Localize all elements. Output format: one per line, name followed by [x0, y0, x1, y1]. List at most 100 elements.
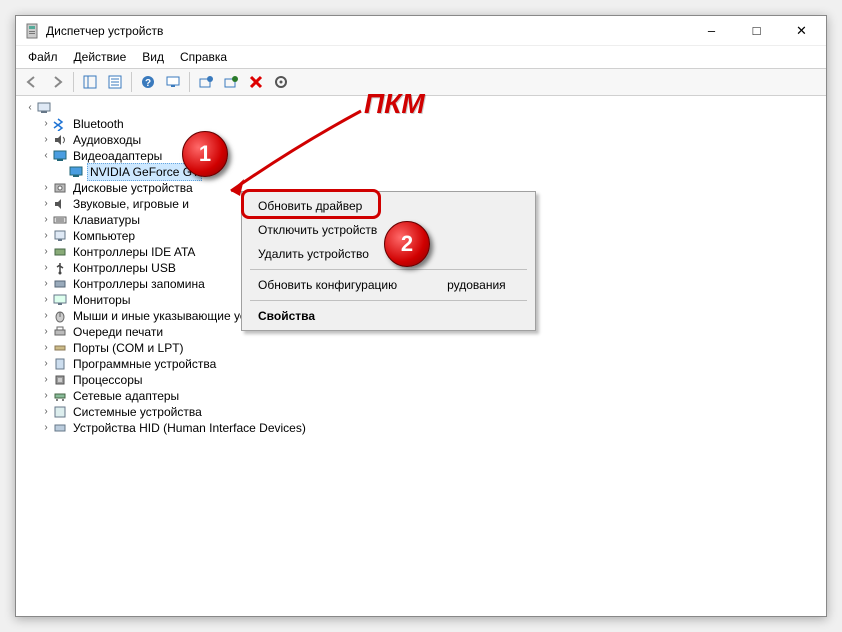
- menu-help[interactable]: Справка: [172, 48, 235, 66]
- keyboard-icon: [52, 212, 68, 228]
- expander-icon[interactable]: ›: [40, 324, 52, 340]
- close-button[interactable]: ✕: [779, 17, 824, 45]
- ctx-scan-hardware[interactable]: Обновить конфигурацию рудования: [244, 273, 533, 297]
- badge-number: 1: [199, 141, 211, 167]
- properties-button[interactable]: [103, 71, 127, 93]
- disable-device-button[interactable]: [244, 71, 268, 93]
- tree-item-network[interactable]: › Сетевые адаптеры: [24, 388, 822, 404]
- tree-item-ports[interactable]: › Порты (COM и LPT): [24, 340, 822, 356]
- monitor-icon: [52, 292, 68, 308]
- port-icon: [52, 340, 68, 356]
- tree-label: Bluetooth: [71, 116, 126, 132]
- window-title: Диспетчер устройств: [46, 24, 689, 38]
- menu-view[interactable]: Вид: [134, 48, 172, 66]
- show-hide-tree-button[interactable]: [78, 71, 102, 93]
- menu-file[interactable]: Файл: [20, 48, 66, 66]
- tree-label: Звуковые, игровые и: [71, 196, 191, 212]
- sound-icon: [52, 196, 68, 212]
- ctx-scan-label: Обновить конфигурацию: [258, 278, 397, 292]
- app-icon: [24, 23, 40, 39]
- update-driver-button[interactable]: [194, 71, 218, 93]
- ctx-separator: [250, 300, 527, 301]
- software-icon: [52, 356, 68, 372]
- expander-icon[interactable]: ›: [40, 180, 52, 196]
- expander-icon[interactable]: ›: [40, 228, 52, 244]
- device-manager-window: Диспетчер устройств – □ ✕ Файл Действие …: [15, 15, 827, 617]
- tree-label: Контроллеры IDE ATA: [71, 244, 197, 260]
- expander-icon[interactable]: ›: [40, 212, 52, 228]
- toolbar-separator: [131, 72, 132, 92]
- computer-icon: [36, 100, 52, 116]
- tree-label: Видеоадаптеры: [71, 148, 164, 164]
- display-adapter-icon: [68, 164, 84, 180]
- menu-action[interactable]: Действие: [66, 48, 135, 66]
- help-button[interactable]: ?: [136, 71, 160, 93]
- tree-item-software[interactable]: › Программные устройства: [24, 356, 822, 372]
- expander-icon[interactable]: ›: [40, 420, 52, 436]
- tree-label: Устройства HID (Human Interface Devices): [71, 420, 308, 436]
- expander-icon[interactable]: ‹: [24, 100, 36, 116]
- tree-label: Клавиатуры: [71, 212, 142, 228]
- toolbar-separator: [73, 72, 74, 92]
- hid-icon: [52, 420, 68, 436]
- uninstall-device-button[interactable]: [219, 71, 243, 93]
- expander-icon[interactable]: ›: [40, 260, 52, 276]
- computer-icon: [52, 228, 68, 244]
- toolbar-separator: [189, 72, 190, 92]
- display-adapter-icon: [52, 148, 68, 164]
- enable-device-button[interactable]: [269, 71, 293, 93]
- titlebar: Диспетчер устройств – □ ✕: [16, 16, 826, 46]
- tree-item-system[interactable]: › Системные устройства: [24, 404, 822, 420]
- expander-icon[interactable]: ›: [40, 308, 52, 324]
- expander-icon[interactable]: ›: [40, 292, 52, 308]
- mouse-icon: [52, 308, 68, 324]
- annotation-text-pkm: ПКМ: [364, 88, 425, 120]
- ctx-separator: [250, 269, 527, 270]
- tree-label: Сетевые адаптеры: [71, 388, 181, 404]
- back-button[interactable]: [20, 71, 44, 93]
- printer-icon: [52, 324, 68, 340]
- bluetooth-icon: [52, 116, 68, 132]
- svg-text:?: ?: [145, 78, 151, 89]
- expander-icon[interactable]: ›: [40, 276, 52, 292]
- tree-item-hid[interactable]: › Устройства HID (Human Interface Devices…: [24, 420, 822, 436]
- expander-icon[interactable]: ›: [40, 356, 52, 372]
- expander-icon[interactable]: ›: [40, 116, 52, 132]
- expander-icon[interactable]: ›: [40, 372, 52, 388]
- tree-label: Мониторы: [71, 292, 132, 308]
- forward-button[interactable]: [45, 71, 69, 93]
- disk-icon: [52, 180, 68, 196]
- system-icon: [52, 404, 68, 420]
- tree-item-video-adapters[interactable]: ‹ Видеоадаптеры: [24, 148, 822, 164]
- tree-item-audio[interactable]: ›Аудиовходыды: [24, 132, 822, 148]
- annotation-highlight: [241, 189, 381, 219]
- expander-icon[interactable]: ›: [40, 340, 52, 356]
- expander-icon[interactable]: ›: [40, 388, 52, 404]
- tree-label: Очереди печати: [71, 324, 165, 340]
- tree-label: Компьютер: [71, 228, 137, 244]
- expander-icon[interactable]: ›: [40, 244, 52, 260]
- tree-label: Программные устройства: [71, 356, 218, 372]
- ctx-scan-suffix: рудования: [447, 278, 506, 292]
- audio-icon: [52, 132, 68, 148]
- tree-label: Процессоры: [71, 372, 145, 388]
- expander-icon[interactable]: ›: [40, 404, 52, 420]
- tree-label: Контроллеры USB: [71, 260, 178, 276]
- tree-label: Дисковые устройства: [71, 180, 195, 196]
- tree-item-processors[interactable]: › Процессоры: [24, 372, 822, 388]
- expander-icon[interactable]: ‹: [40, 148, 52, 164]
- expander-icon[interactable]: ›: [40, 196, 52, 212]
- minimize-button[interactable]: –: [689, 17, 734, 45]
- ctx-properties[interactable]: Свойства: [244, 304, 533, 328]
- tree-content: ‹ › Bluetooth ›Аудиовходыды ‹ Видеоадаптер…: [16, 96, 826, 616]
- expander-icon[interactable]: ›: [40, 132, 52, 148]
- network-icon: [52, 388, 68, 404]
- tree-label: Системные устройства: [71, 404, 204, 420]
- tree-label: Порты (COM и LPT): [71, 340, 186, 356]
- scan-hardware-button[interactable]: [161, 71, 185, 93]
- menubar: Файл Действие Вид Справка: [16, 46, 826, 68]
- cpu-icon: [52, 372, 68, 388]
- controller-icon: [52, 244, 68, 260]
- maximize-button[interactable]: □: [734, 17, 779, 45]
- tree-item-gpu[interactable]: NVIDIA GeForce GT: [24, 164, 822, 180]
